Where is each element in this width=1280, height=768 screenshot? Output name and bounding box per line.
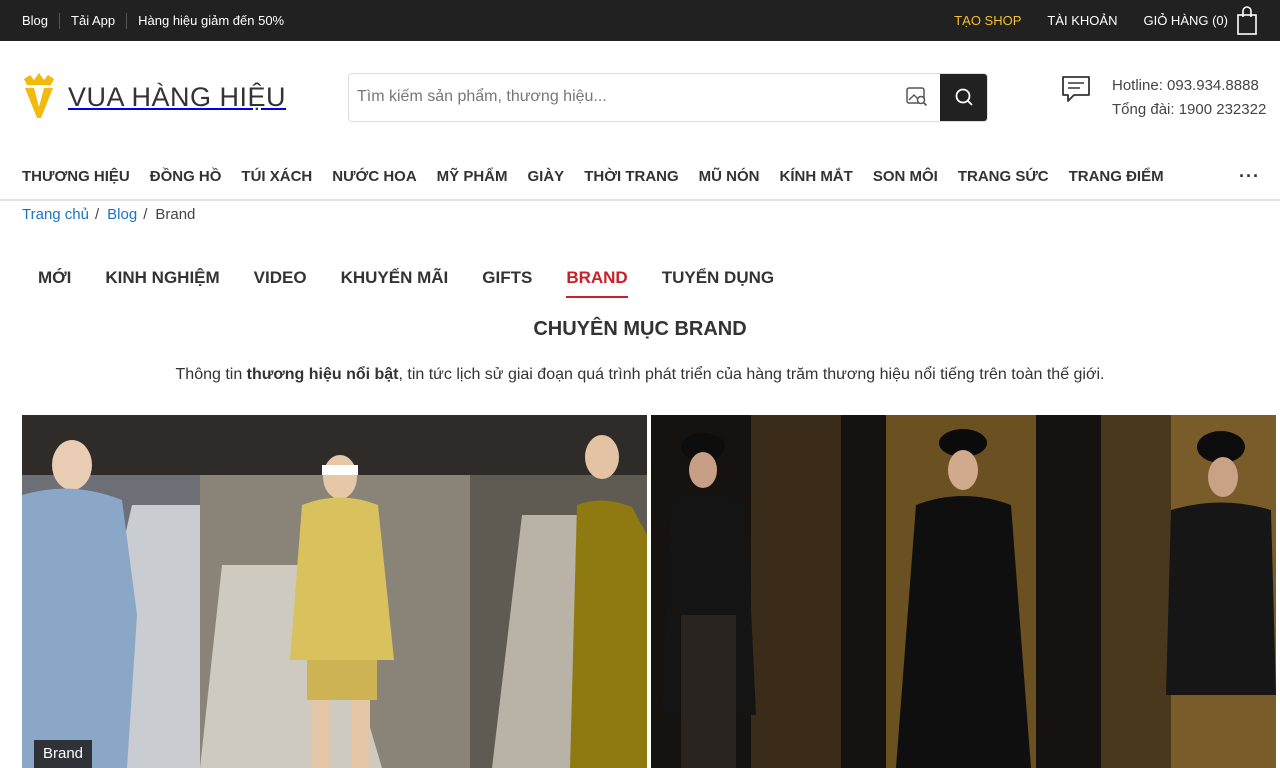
nav-item-jewelry[interactable]: TRANG SỨC [958, 168, 1049, 185]
top-actions: TẠO SHOP TÀI KHOẢN GIỎ HÀNG (0) [954, 5, 1258, 36]
search-button[interactable] [940, 73, 987, 121]
cart-link[interactable]: GIỎ HÀNG (0) [1143, 5, 1258, 36]
breadcrumb-current: Brand [155, 206, 196, 223]
blog-tabs: MỚI KINH NGHIỆM VIDEO KHUYẾN MÃI GIFTS B… [0, 268, 1280, 298]
nav-item-lipstick[interactable]: SON MÔI [873, 168, 938, 185]
nav-item-hats[interactable]: MŨ NÓN [699, 168, 760, 185]
breadcrumb-blog[interactable]: Blog [107, 206, 137, 223]
nav-item-watches[interactable]: ĐỒNG HỒ [150, 168, 222, 185]
contact-info: Hotline: 093.934.8888 Tổng đài: 1900 232… [1060, 74, 1266, 122]
tab-recruitment[interactable]: TUYỂN DỤNG [662, 268, 774, 298]
crown-v-logo-icon [22, 71, 56, 124]
site-header: VUA HÀNG HIỆU Hotline: 093.934.8888 Tổng… [0, 41, 1280, 153]
nav-item-sunglasses[interactable]: KÍNH MẮT [779, 168, 852, 185]
search-icon [955, 88, 973, 106]
featured-articles: Brand [22, 415, 1276, 768]
switchboard[interactable]: Tổng đài: 1900 232322 [1112, 98, 1266, 122]
nav-item-cosmetics[interactable]: MỸ PHẨM [437, 168, 508, 185]
cart-label: GIỎ HÀNG (0) [1143, 13, 1228, 28]
tab-experience[interactable]: KINH NGHIỆM [105, 268, 219, 298]
desc-bold: thương hiệu nổi bật [246, 366, 399, 383]
nav-item-makeup[interactable]: TRANG ĐIỂM [1069, 168, 1164, 185]
desc-pre: Thông tin [175, 366, 247, 383]
nav-item-fashion[interactable]: THỜI TRANG [584, 168, 678, 185]
tab-gifts[interactable]: GIFTS [482, 268, 532, 298]
article-image-runway-pastel[interactable]: Brand [22, 415, 647, 768]
article-tag[interactable]: Brand [34, 740, 93, 768]
sale-link[interactable]: Hàng hiệu giảm đến 50% [126, 12, 295, 29]
category-description: Thông tin thương hiệu nổi bật, tin tức l… [0, 366, 1280, 384]
open-shop-link[interactable]: TẠO SHOP [954, 13, 1021, 28]
tab-new[interactable]: MỚI [38, 268, 71, 298]
app-link[interactable]: Tải App [59, 12, 126, 29]
breadcrumb: Trang chủ / Blog / Brand [0, 201, 1280, 229]
main-nav: THƯƠNG HIỆU ĐỒNG HỒ TÚI XÁCH NƯỚC HOA MỸ… [0, 153, 1280, 201]
hotline[interactable]: Hotline: 093.934.8888 [1112, 74, 1266, 98]
top-bar: Blog Tải App Hàng hiệu giảm đến 50% TẠO … [0, 0, 1280, 41]
nav-item-shoes[interactable]: GIÀY [528, 168, 565, 185]
article-image-runway-black[interactable] [651, 415, 1276, 768]
breadcrumb-separator: / [143, 206, 148, 223]
image-search-icon[interactable] [894, 74, 940, 121]
nav-item-bags[interactable]: TÚI XÁCH [241, 168, 312, 185]
account-link[interactable]: TÀI KHOẢN [1047, 13, 1117, 28]
more-menu-icon[interactable]: ··· [1239, 166, 1260, 187]
shopping-bag-icon [1236, 5, 1258, 36]
contact-lines: Hotline: 093.934.8888 Tổng đài: 1900 232… [1112, 74, 1266, 122]
chat-icon[interactable] [1060, 74, 1092, 109]
search-bar [348, 72, 988, 122]
search-input[interactable] [349, 73, 894, 121]
blog-link[interactable]: Blog [22, 13, 59, 29]
tab-brand[interactable]: BRAND [566, 268, 628, 298]
tab-promotion[interactable]: KHUYẾN MÃI [341, 268, 449, 298]
site-logo[interactable]: VUA HÀNG HIỆU [22, 71, 348, 124]
desc-post: , tin tức lịch sử giai đoạn quá trình ph… [398, 366, 1105, 383]
breadcrumb-separator: / [94, 206, 100, 223]
category-title: CHUYÊN MỤC BRAND [533, 318, 747, 340]
top-links: Blog Tải App Hàng hiệu giảm đến 50% [22, 12, 295, 29]
tab-video[interactable]: VIDEO [254, 268, 307, 298]
nav-item-brands[interactable]: THƯƠNG HIỆU [22, 168, 130, 185]
breadcrumb-home[interactable]: Trang chủ [22, 206, 89, 223]
nav-item-perfume[interactable]: NƯỚC HOA [332, 168, 416, 185]
logo-text: VUA HÀNG HIỆU [68, 81, 287, 112]
